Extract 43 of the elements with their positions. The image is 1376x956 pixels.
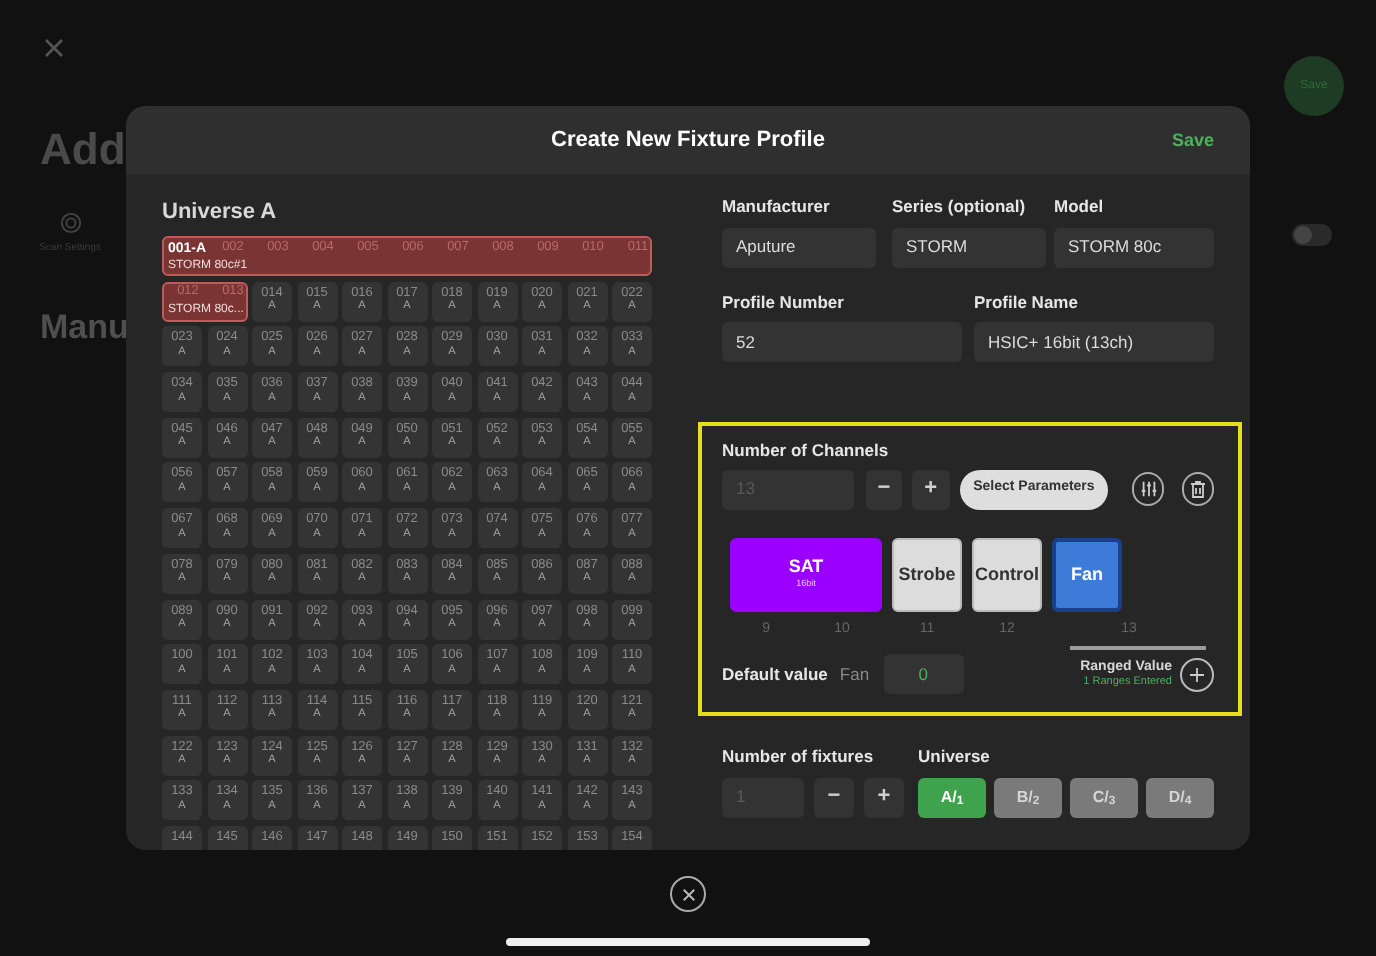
stepper-button[interactable]: +	[912, 469, 950, 509]
close-button[interactable]	[670, 876, 706, 912]
add-range-button[interactable]	[1180, 657, 1214, 691]
field-label: Number of Channels	[722, 442, 891, 459]
toggle-switch[interactable]	[1292, 223, 1332, 246]
input-field[interactable]: STORM 80c	[1054, 227, 1214, 267]
save-link[interactable]: Save	[1171, 128, 1214, 155]
field-label: Default value	[722, 665, 828, 683]
input-field[interactable]: STORM	[892, 227, 1046, 267]
input-field[interactable]: 0	[883, 654, 964, 694]
toggle-knob	[1294, 225, 1312, 244]
universe-title: Universe A	[162, 202, 279, 224]
delete-button[interactable]	[1182, 472, 1214, 506]
universe-tab[interactable]: C/$_{3}$	[1070, 777, 1138, 817]
trash-icon	[1190, 480, 1207, 498]
field-label: Profile Number	[722, 293, 846, 310]
field-label: Model	[1054, 198, 1106, 215]
parameter-tile[interactable]: Fan	[1052, 537, 1122, 611]
field-label: Series (optional)	[892, 198, 1028, 215]
section-title: Manu	[40, 309, 129, 343]
universe-tab[interactable]: B/$_{2}$	[994, 777, 1062, 817]
universe-tab[interactable]: A/$_{1}$	[918, 777, 986, 817]
field-label: Profile Name	[974, 293, 1080, 310]
modal-title: Create New Fixture Profile	[551, 125, 825, 156]
plus-icon	[1190, 667, 1204, 681]
input-field[interactable]: HSIC+ 16bit (13ch)	[974, 322, 1214, 362]
stepper-button[interactable]: −	[865, 469, 903, 509]
parameter-tile[interactable]: Strobe	[892, 537, 962, 611]
field-label: Number of fixtures	[722, 748, 876, 765]
close-icon	[681, 887, 695, 901]
sliders-icon	[1139, 480, 1158, 498]
stepper-button[interactable]: +	[864, 777, 904, 817]
field-label: Manufacturer	[722, 198, 832, 215]
parameter-tile[interactable]: Control	[972, 537, 1042, 611]
page-title: Add	[40, 128, 126, 172]
stepper-button[interactable]: −	[814, 777, 854, 817]
input-field[interactable]: Aputure	[722, 227, 876, 267]
parameter-name: Fan	[839, 661, 870, 687]
universe-tab[interactable]: D/$_{4}$	[1146, 777, 1214, 817]
field-label: Universe	[918, 748, 992, 765]
close-icon[interactable]	[44, 38, 64, 58]
input-field[interactable]: 52	[722, 322, 962, 362]
sliders-button[interactable]	[1132, 472, 1165, 506]
